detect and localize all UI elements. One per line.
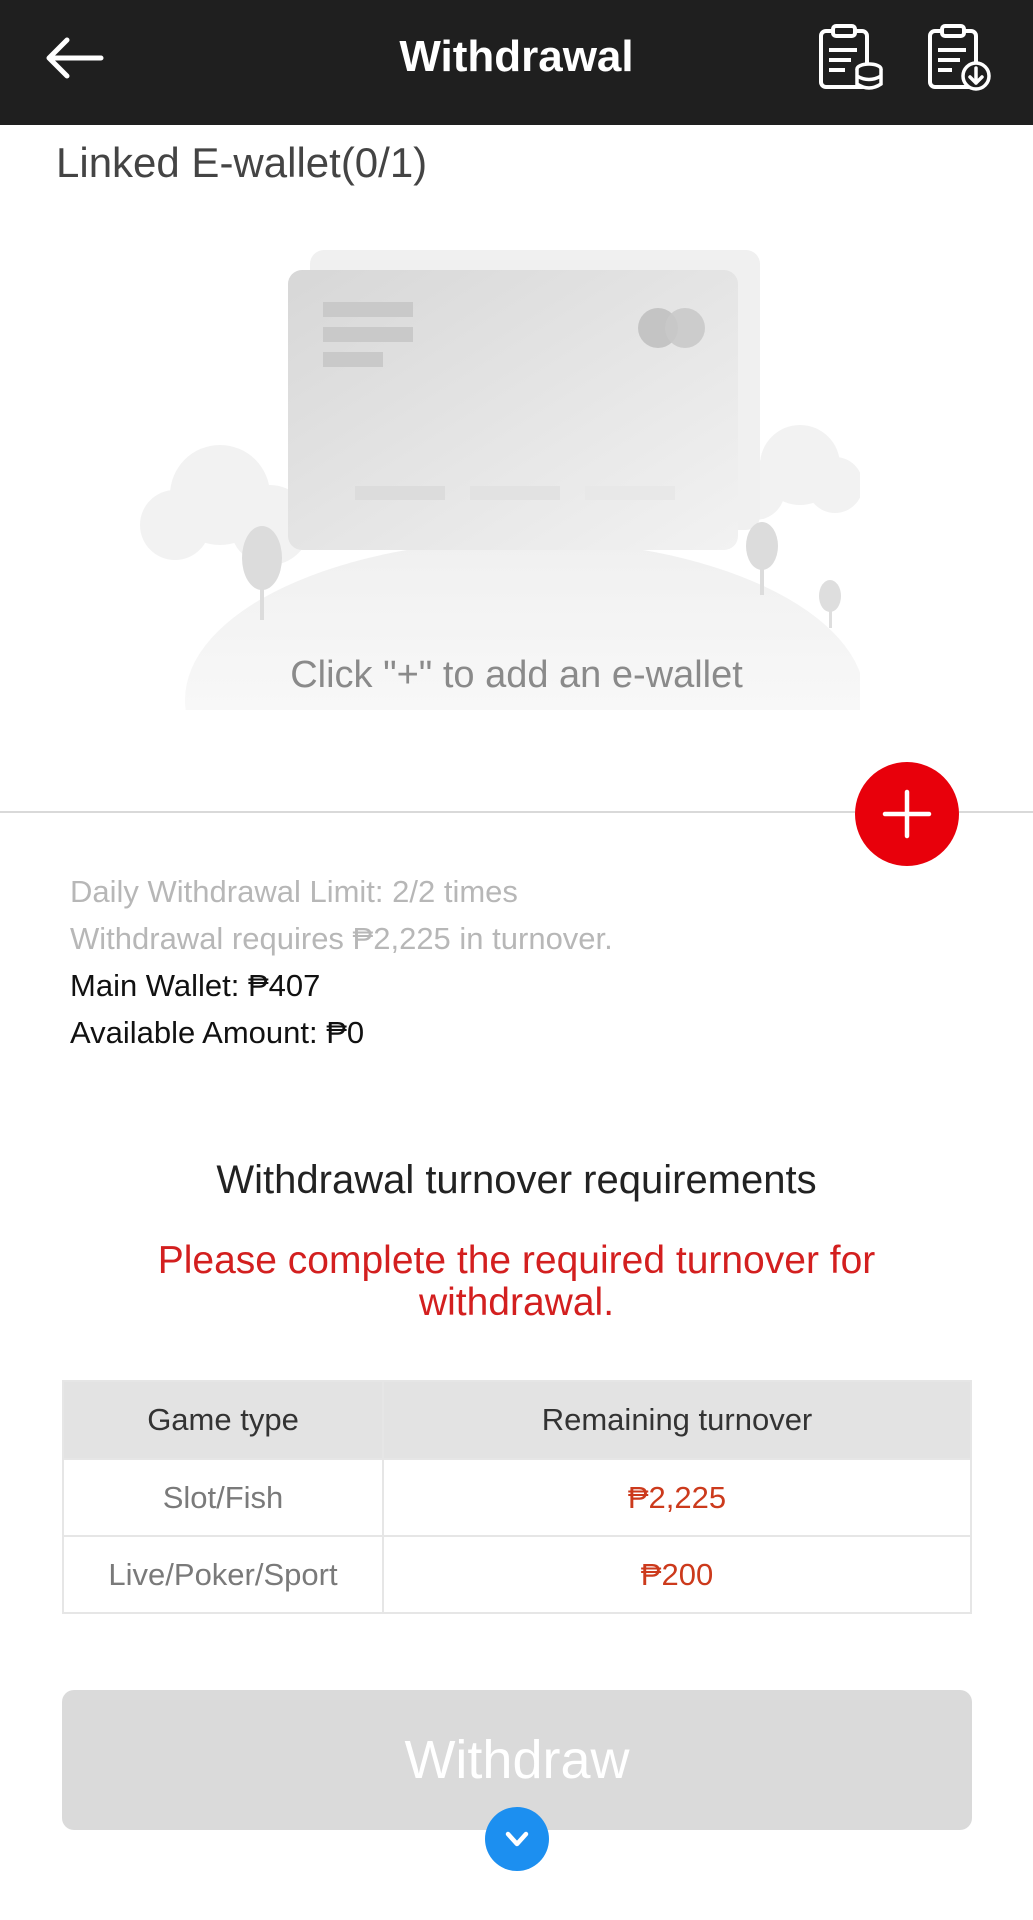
available-amount-text: Available Amount: ₱0	[70, 1015, 365, 1050]
scroll-down-button[interactable]	[485, 1807, 549, 1871]
clipboard-coins-icon	[819, 24, 883, 90]
empty-wallet-illustration	[140, 250, 860, 710]
game-type-cell: Slot/Fish	[62, 1458, 384, 1537]
plus-icon	[882, 789, 932, 839]
turnover-title: Withdrawal turnover requirements	[216, 1158, 817, 1202]
remaining-turnover-cell: ₱200	[382, 1535, 972, 1614]
withdrawal-records-button[interactable]	[815, 22, 887, 94]
column-header-remaining-turnover: Remaining turnover	[382, 1380, 972, 1460]
daily-limit-text: Daily Withdrawal Limit: 2/2 times	[70, 874, 518, 909]
add-ewallet-button[interactable]	[855, 762, 959, 866]
linked-ewallet-label: Linked E-wallet(0/1)	[56, 139, 428, 186]
remaining-turnover-cell: ₱2,225	[382, 1458, 972, 1537]
main-wallet-text: Main Wallet: ₱407	[70, 968, 321, 1003]
turnover-required-text: Withdrawal requires ₱2,225 in turnover.	[70, 921, 613, 956]
turnover-table: Game type Remaining turnover Slot/Fish ₱…	[62, 1380, 972, 1614]
clipboard-download-icon	[928, 24, 991, 91]
withdrawal-info: Daily Withdrawal Limit: 2/2 times Withdr…	[70, 868, 613, 1056]
empty-ewallet-hint: Click "+" to add an e-wallet	[290, 654, 743, 696]
chevron-down-icon	[505, 1831, 529, 1847]
download-records-button[interactable]	[924, 22, 996, 94]
table-row: Slot/Fish ₱2,225	[62, 1458, 972, 1537]
game-type-cell: Live/Poker/Sport	[62, 1535, 384, 1614]
table-row: Live/Poker/Sport ₱200	[62, 1535, 972, 1614]
column-header-game-type: Game type	[62, 1380, 384, 1460]
top-bar: Withdrawal	[0, 0, 1033, 125]
table-header-row: Game type Remaining turnover	[62, 1380, 972, 1460]
turnover-warning: Please complete the required turnover fo…	[157, 1239, 876, 1324]
